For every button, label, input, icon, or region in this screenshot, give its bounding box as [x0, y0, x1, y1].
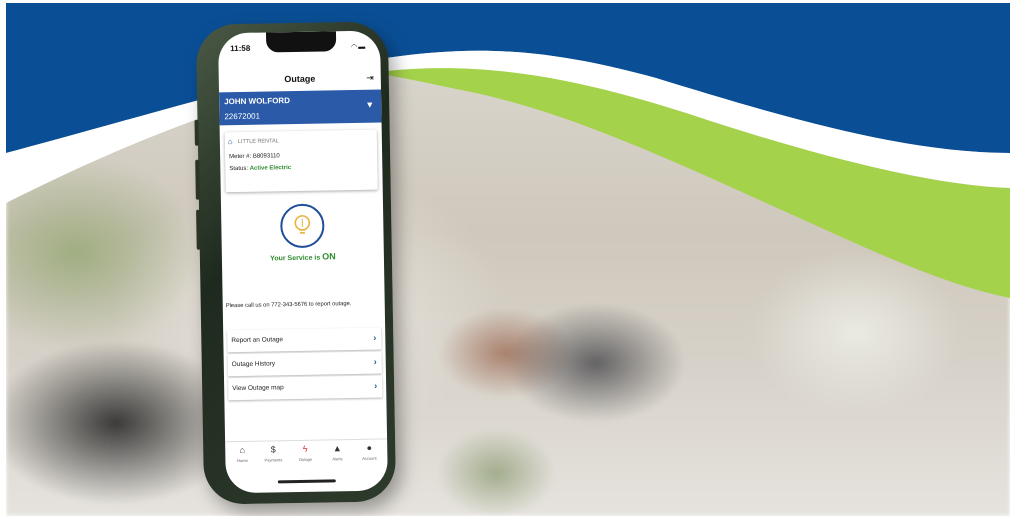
person-icon: ●: [366, 442, 373, 453]
tab-label: Home: [237, 457, 248, 464]
banner-frame: 11:58 ◠▬ Outage ⇥ JOHN WOLFORD 22672001 …: [6, 3, 1010, 516]
triangle-down-icon[interactable]: ▼: [365, 100, 374, 110]
status-bar-icons: ◠▬: [351, 43, 366, 51]
lightbulb-icon: [294, 215, 311, 234]
chevron-right-icon: ›: [374, 380, 378, 391]
tab-label: Payments: [264, 457, 283, 463]
logout-icon[interactable]: ⇥: [366, 73, 374, 84]
menu-item-label: View Outage map: [232, 384, 284, 393]
rental-card: ⌂ LITTLE RENTAL Meter #: B8093110 Status…: [224, 129, 378, 193]
tab-account[interactable]: ● Account: [355, 443, 383, 461]
status-value: Active Electric: [249, 165, 292, 172]
meter-value: B8093110: [252, 153, 280, 160]
tab-label: Outage: [298, 456, 313, 462]
home-indicator: [277, 479, 336, 484]
meter-info: Meter #: B8093110: [229, 153, 280, 160]
service-status: Status: Active Electric: [229, 165, 291, 172]
home-icon: ⌂: [227, 137, 233, 147]
report-outage-button[interactable]: Report an Outage ›: [227, 327, 382, 353]
account-number: 22672001: [224, 111, 261, 122]
tab-label: Alerts: [332, 456, 343, 462]
status-bar-time: 11:58: [230, 43, 251, 54]
view-outage-map-button[interactable]: View Outage map ›: [228, 375, 383, 401]
app-screen: 11:58 ◠▬ Outage ⇥ JOHN WOLFORD 22672001 …: [217, 30, 388, 494]
bottom-tab-bar: ⌂ Home $ Payments ϟ Outage ▲ Alerts ● Ac…: [225, 438, 388, 473]
phone-volume-down-button: [196, 209, 201, 250]
brand-wave-graphic: [6, 3, 1010, 298]
tab-home[interactable]: ⌂ Home: [228, 445, 256, 463]
account-selector[interactable]: JOHN WOLFORD 22672001 ▼: [219, 89, 382, 126]
outage-history-button[interactable]: Outage History ›: [227, 351, 382, 377]
smartphone: 11:58 ◠▬ Outage ⇥ JOHN WOLFORD 22672001 …: [194, 21, 397, 505]
tab-outage[interactable]: ϟ Outage: [291, 444, 319, 462]
menu-item-label: Outage History: [231, 360, 276, 369]
service-state: ON: [322, 251, 336, 262]
status-label: Status:: [229, 165, 249, 173]
chevron-right-icon: ›: [373, 356, 377, 367]
meter-label: Meter #:: [229, 153, 252, 161]
phone-volume-up-button: [195, 159, 200, 200]
tab-alerts[interactable]: ▲ Alerts: [323, 443, 351, 461]
rental-name: LITTLE RENTAL: [237, 138, 279, 145]
service-status-text: Your Service is ON: [222, 250, 384, 263]
battery-icon: ▬: [358, 43, 367, 51]
home-icon: ⌂: [239, 444, 246, 456]
tab-label: Account: [362, 455, 377, 461]
tab-payments[interactable]: $ Payments: [259, 444, 287, 462]
bell-icon: ▲: [332, 443, 342, 454]
phone-action-button: [194, 119, 199, 146]
menu-item-label: Report an Outage: [231, 336, 284, 345]
bolt-icon: ϟ: [302, 443, 308, 454]
service-label: Your Service is: [270, 254, 321, 263]
phone-notch: [265, 31, 337, 53]
dollar-icon: $: [270, 444, 276, 455]
account-name: JOHN WOLFORD: [224, 96, 291, 107]
report-outage-message: Please call us on 772-343-5676 to report…: [225, 301, 352, 310]
page-title: Outage: [284, 73, 316, 85]
chevron-right-icon: ›: [373, 332, 377, 343]
service-indicator: [279, 203, 325, 249]
